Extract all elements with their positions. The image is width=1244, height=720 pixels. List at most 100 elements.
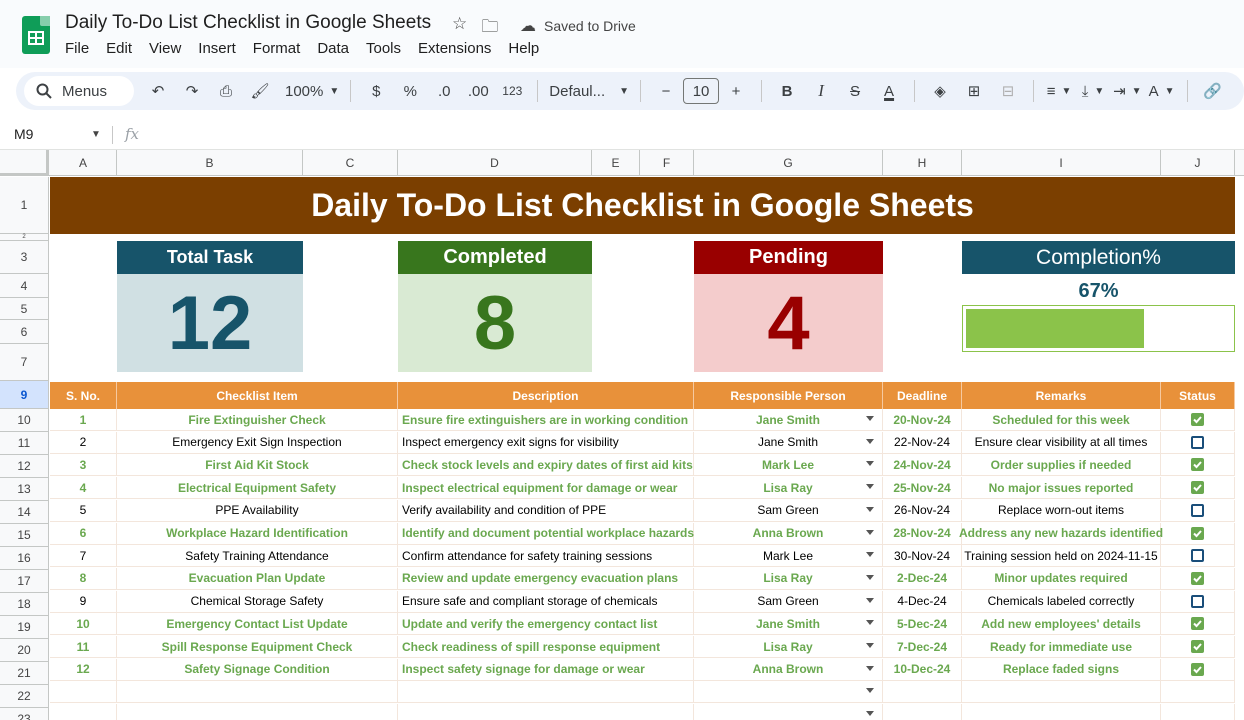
checklist-item-cell[interactable]: Safety Training Attendance bbox=[117, 545, 398, 568]
description-cell[interactable]: Check stock levels and expiry dates of f… bbox=[398, 454, 694, 477]
serial-number-cell[interactable]: 10 bbox=[50, 613, 117, 636]
serial-number-cell[interactable]: 12 bbox=[50, 658, 117, 681]
text-color-icon[interactable]: A bbox=[875, 77, 903, 105]
checkbox-checked[interactable] bbox=[1191, 481, 1204, 495]
empty-cell[interactable] bbox=[1161, 681, 1235, 704]
deadline-cell[interactable]: 20-Nov-24 bbox=[883, 409, 962, 431]
column-header-c[interactable]: C bbox=[303, 150, 398, 176]
checkbox-checked[interactable] bbox=[1191, 617, 1204, 631]
row-header-11[interactable]: 11 bbox=[0, 432, 49, 455]
dropdown-arrow-icon[interactable] bbox=[866, 665, 874, 671]
remarks-cell[interactable]: Scheduled for this week bbox=[962, 409, 1161, 431]
deadline-cell[interactable]: 22-Nov-24 bbox=[883, 431, 962, 454]
remarks-cell[interactable]: Ensure clear visibility at all times bbox=[962, 431, 1161, 454]
remarks-cell[interactable]: Add new employees' details bbox=[962, 613, 1161, 636]
row-header-10[interactable]: 10 bbox=[0, 409, 49, 432]
paint-format-icon[interactable]: 🖌 bbox=[246, 77, 274, 105]
select-all-corner[interactable] bbox=[0, 150, 49, 176]
responsible-person-cell[interactable]: Jane Smith bbox=[694, 409, 883, 431]
remarks-cell[interactable]: No major issues reported bbox=[962, 477, 1161, 500]
menu-file[interactable]: File bbox=[65, 40, 89, 57]
checkbox-unchecked[interactable] bbox=[1191, 594, 1204, 608]
currency-format-button[interactable]: $ bbox=[362, 77, 390, 105]
header-remarks[interactable]: Remarks bbox=[962, 382, 1161, 409]
name-box[interactable]: M9 bbox=[14, 126, 33, 142]
header-s-no[interactable]: S. No. bbox=[50, 382, 117, 409]
dropdown-arrow-icon[interactable] bbox=[866, 643, 874, 648]
deadline-cell[interactable]: 25-Nov-24 bbox=[883, 477, 962, 500]
checklist-item-cell[interactable]: Chemical Storage Safety bbox=[117, 590, 398, 613]
checkbox-checked[interactable] bbox=[1191, 458, 1204, 472]
checklist-item-cell[interactable]: Emergency Exit Sign Inspection bbox=[117, 431, 398, 454]
deadline-cell[interactable]: 10-Dec-24 bbox=[883, 658, 962, 681]
checklist-item-cell[interactable]: First Aid Kit Stock bbox=[117, 454, 398, 477]
empty-cell[interactable] bbox=[50, 704, 117, 720]
remarks-cell[interactable]: Order supplies if needed bbox=[962, 454, 1161, 477]
responsible-person-cell[interactable]: Sam Green bbox=[694, 590, 883, 613]
description-cell[interactable]: Verify availability and condition of PPE bbox=[398, 499, 694, 522]
empty-cell[interactable] bbox=[962, 704, 1161, 720]
dropdown-arrow-icon[interactable] bbox=[866, 688, 874, 694]
column-header-g[interactable]: G bbox=[694, 150, 883, 176]
spreadsheet-grid[interactable]: ABCDEFGHIJ 1 2 3 4 5 6 7 9 10 11 12 13 14 15 16 17 18 19 2… bbox=[0, 150, 1244, 720]
checklist-item-cell[interactable]: Safety Signage Condition bbox=[117, 658, 398, 681]
row-header-15[interactable]: 15 bbox=[0, 524, 49, 547]
remarks-cell[interactable]: Chemicals labeled correctly bbox=[962, 590, 1161, 613]
empty-cell[interactable] bbox=[50, 681, 117, 704]
row-header-13[interactable]: 13 bbox=[0, 478, 49, 501]
fill-color-icon[interactable]: ◈ bbox=[926, 77, 954, 105]
deadline-cell[interactable]: 4-Dec-24 bbox=[883, 590, 962, 613]
menu-data[interactable]: Data bbox=[317, 40, 349, 57]
undo-icon[interactable]: ↶ bbox=[144, 77, 172, 105]
serial-number-cell[interactable]: 9 bbox=[50, 590, 117, 613]
checkbox-checked[interactable] bbox=[1191, 526, 1204, 540]
checkbox-checked[interactable] bbox=[1191, 662, 1204, 676]
description-cell[interactable]: Check readiness of spill response equipm… bbox=[398, 636, 694, 658]
responsible-person-cell[interactable]: Mark Lee bbox=[694, 545, 883, 568]
checklist-item-cell[interactable]: Workplace Hazard Identification bbox=[117, 522, 398, 545]
increase-font-size-button[interactable]: + bbox=[722, 77, 750, 105]
empty-cell[interactable] bbox=[117, 704, 398, 720]
empty-cell[interactable] bbox=[117, 681, 398, 704]
header-deadline[interactable]: Deadline bbox=[883, 382, 962, 409]
sheet-banner-title[interactable]: Daily To-Do List Checklist in Google She… bbox=[50, 177, 1235, 234]
serial-number-cell[interactable]: 7 bbox=[50, 545, 117, 568]
description-cell[interactable]: Ensure safe and compliant storage of che… bbox=[398, 590, 694, 613]
dropdown-arrow-icon[interactable] bbox=[866, 529, 874, 535]
row-header-3[interactable]: 3 bbox=[0, 241, 49, 274]
responsible-person-cell[interactable]: Lisa Ray bbox=[694, 477, 883, 500]
checkbox-checked[interactable] bbox=[1191, 413, 1204, 426]
column-header-j[interactable]: J bbox=[1161, 150, 1235, 176]
description-cell[interactable]: Update and verify the emergency contact … bbox=[398, 613, 694, 636]
row-header-4[interactable]: 4 bbox=[0, 274, 49, 298]
vertical-align-icon[interactable]: ⤓ ▼ bbox=[1079, 77, 1107, 105]
row-header-18[interactable]: 18 bbox=[0, 593, 49, 616]
row-header-17[interactable]: 17 bbox=[0, 570, 49, 593]
dropdown-arrow-icon[interactable] bbox=[866, 552, 874, 558]
search-menus-button[interactable]: Menus bbox=[24, 76, 134, 106]
checklist-item-cell[interactable]: Emergency Contact List Update bbox=[117, 613, 398, 636]
description-cell[interactable]: Inspect emergency exit signs for visibil… bbox=[398, 431, 694, 454]
dropdown-arrow-icon[interactable] bbox=[866, 574, 874, 580]
row-header-2[interactable]: 2 bbox=[0, 234, 49, 241]
responsible-person-cell[interactable]: Lisa Ray bbox=[694, 636, 883, 658]
dropdown-arrow-icon[interactable] bbox=[866, 620, 874, 626]
text-wrapping-icon[interactable]: ⇥ ▼ bbox=[1113, 77, 1141, 105]
deadline-cell[interactable]: 28-Nov-24 bbox=[883, 522, 962, 545]
row-header-20[interactable]: 20 bbox=[0, 639, 49, 662]
checklist-item-cell[interactable]: Spill Response Equipment Check bbox=[117, 636, 398, 658]
deadline-cell[interactable]: 2-Dec-24 bbox=[883, 567, 962, 590]
responsible-person-cell[interactable]: Anna Brown bbox=[694, 522, 883, 545]
serial-number-cell[interactable]: 8 bbox=[50, 567, 117, 590]
deadline-cell[interactable]: 5-Dec-24 bbox=[883, 613, 962, 636]
row-header-21[interactable]: 21 bbox=[0, 662, 49, 685]
completed-value[interactable]: 8 bbox=[398, 274, 592, 372]
header-status[interactable]: Status bbox=[1161, 382, 1235, 409]
header-description[interactable]: Description bbox=[398, 382, 694, 409]
serial-number-cell[interactable]: 5 bbox=[50, 499, 117, 522]
pending-value[interactable]: 4 bbox=[694, 274, 883, 372]
description-cell[interactable]: Inspect safety signage for damage or wea… bbox=[398, 658, 694, 681]
checklist-item-cell[interactable]: PPE Availability bbox=[117, 499, 398, 522]
column-header-e[interactable]: E bbox=[592, 150, 640, 176]
header-checklist-item[interactable]: Checklist Item bbox=[117, 382, 398, 409]
